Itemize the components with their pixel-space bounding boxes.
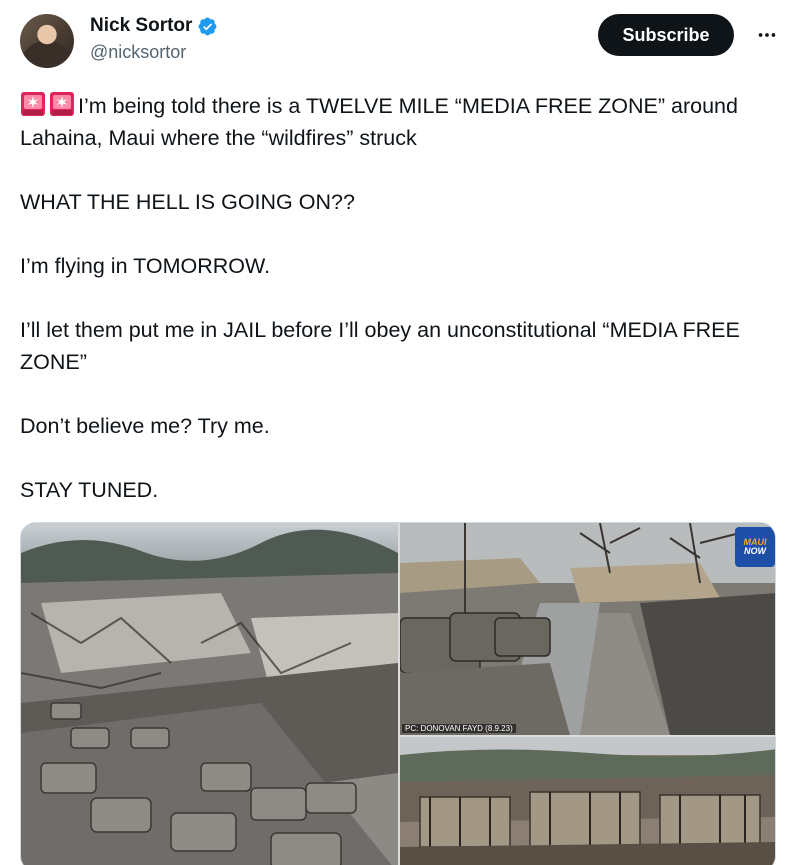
tweet-paragraph-3: I’m flying in TOMORROW. — [20, 254, 271, 278]
tweet-paragraph-6: STAY TUNED. — [20, 478, 159, 502]
tweet-line-1: I’m being told there is a TWELVE MILE “M… — [20, 94, 738, 150]
media-image-harbor[interactable]: MAUI NOW PC: DONOVAN FAYD (8.9.23) — [399, 523, 775, 735]
media-image-burned-street[interactable] — [21, 523, 398, 865]
photo-credit: PC: DONOVAN FAYD (8.9.23) — [402, 724, 516, 733]
tweet-paragraph-2: WHAT THE HELL IS GOING ON?? — [20, 190, 355, 214]
tweet-paragraph-1: I’m being told there is a TWELVE MILE “M… — [20, 90, 790, 154]
subscribe-button[interactable]: Subscribe — [598, 14, 734, 56]
tweet-header: Nick Sortor @nicksortor Subscribe — [20, 14, 784, 68]
author-handle[interactable]: @nicksortor — [90, 42, 186, 63]
siren-emoji-icon — [50, 92, 74, 116]
harbor-photo — [399, 523, 775, 735]
tweet-text: I’m being told there is a TWELVE MILE “M… — [20, 90, 790, 506]
author-name-row[interactable]: Nick Sortor — [90, 15, 218, 37]
author-display-name[interactable]: Nick Sortor — [90, 15, 192, 37]
tweet-paragraph-5: Don’t believe me? Try me. — [20, 414, 270, 438]
maui-now-logo: MAUI NOW — [735, 527, 775, 567]
tweet-paragraph-4: I’ll let them put me in JAIL before I’ll… — [20, 318, 740, 374]
tweet-media-grid: MAUI NOW PC: DONOVAN FAYD (8.9.23) — [20, 522, 776, 865]
avatar[interactable] — [20, 14, 74, 68]
verified-badge-icon — [198, 17, 217, 35]
more-horizontal-icon[interactable] — [754, 22, 780, 48]
media-image-ruins[interactable] — [400, 737, 776, 865]
siren-emoji-icon — [21, 92, 45, 116]
